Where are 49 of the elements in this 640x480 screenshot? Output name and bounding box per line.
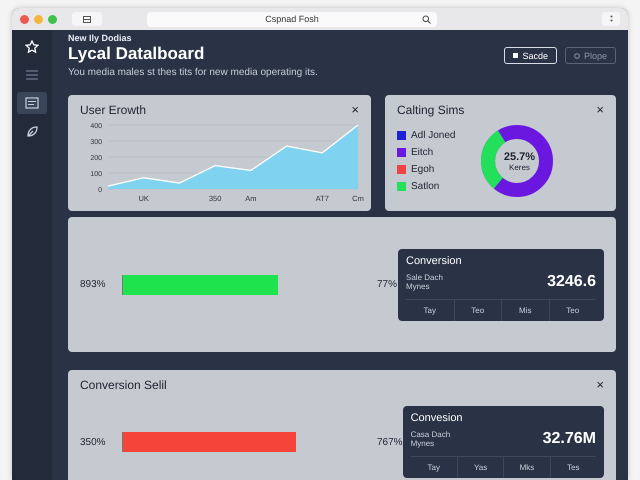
panel-cell: Yas	[456, 457, 504, 478]
sidebar-icon	[83, 16, 91, 22]
address-bar[interactable]: Cspnad Fosh	[147, 12, 437, 26]
more-icon	[610, 15, 612, 23]
panel-cell: Teo	[454, 300, 501, 320]
circle-icon	[574, 52, 580, 58]
legend-label: Egoh	[411, 164, 434, 175]
bar-start-label: 893%	[80, 279, 107, 290]
dashboard-title: Lycal Datalboard	[68, 44, 206, 64]
header-button[interactable]: Sacde	[504, 47, 557, 64]
header-button[interactable]: Plope	[564, 47, 616, 64]
panel-cell: Teo	[548, 300, 596, 320]
donut-center-value: 25.7%	[504, 150, 536, 162]
bar-start-label: 350%	[80, 436, 107, 448]
close-icon[interactable]: ×	[351, 103, 359, 116]
close-icon[interactable]: ×	[596, 378, 604, 391]
panel-label: Casa Dach Mynes	[410, 430, 452, 448]
sidebar-toggle-button[interactable]	[72, 12, 102, 26]
menu-icon	[25, 69, 39, 81]
bar-end-label: 767%	[377, 436, 403, 448]
search-icon	[422, 14, 431, 24]
panel-value: 32.76M	[542, 430, 596, 448]
more-button[interactable]	[602, 12, 620, 26]
bar-end-label: 77%	[377, 279, 398, 290]
panel-cell: Tes	[550, 457, 596, 478]
panel-cell: Mis	[501, 300, 548, 320]
sidebar-item[interactable]	[17, 92, 47, 114]
panel-cell-text: Tay	[426, 462, 441, 474]
square-icon	[513, 53, 518, 58]
panel-value: 3246.6	[547, 272, 596, 290]
close-window-icon[interactable]	[20, 14, 29, 24]
panel-title: Convesion	[410, 412, 464, 424]
legend-label: Satlon	[411, 181, 440, 192]
card-title: Conversion Selil	[80, 378, 167, 392]
legend-label: Eitch	[411, 147, 434, 158]
dashboard-subtitle: You media males st thes tits for new media operating its.	[68, 67, 319, 78]
legend-label: Adl Joned	[411, 130, 456, 141]
header-eyebrow: New Ily Dodias	[68, 33, 133, 43]
panel-cell: Mks	[503, 457, 550, 478]
panel-cell-text: Tay	[422, 304, 437, 317]
card-title: Calting Sims	[397, 103, 464, 117]
star-icon	[25, 40, 39, 54]
card-icon	[25, 97, 39, 109]
leaf-icon	[26, 124, 38, 138]
card-title: User Erowth	[80, 103, 146, 117]
close-icon[interactable]: ×	[596, 103, 604, 116]
donut-center-label: Keres	[508, 162, 531, 172]
panel-title: Conversion	[406, 254, 463, 266]
panel-label: Sale Dach Mynes	[406, 272, 444, 290]
